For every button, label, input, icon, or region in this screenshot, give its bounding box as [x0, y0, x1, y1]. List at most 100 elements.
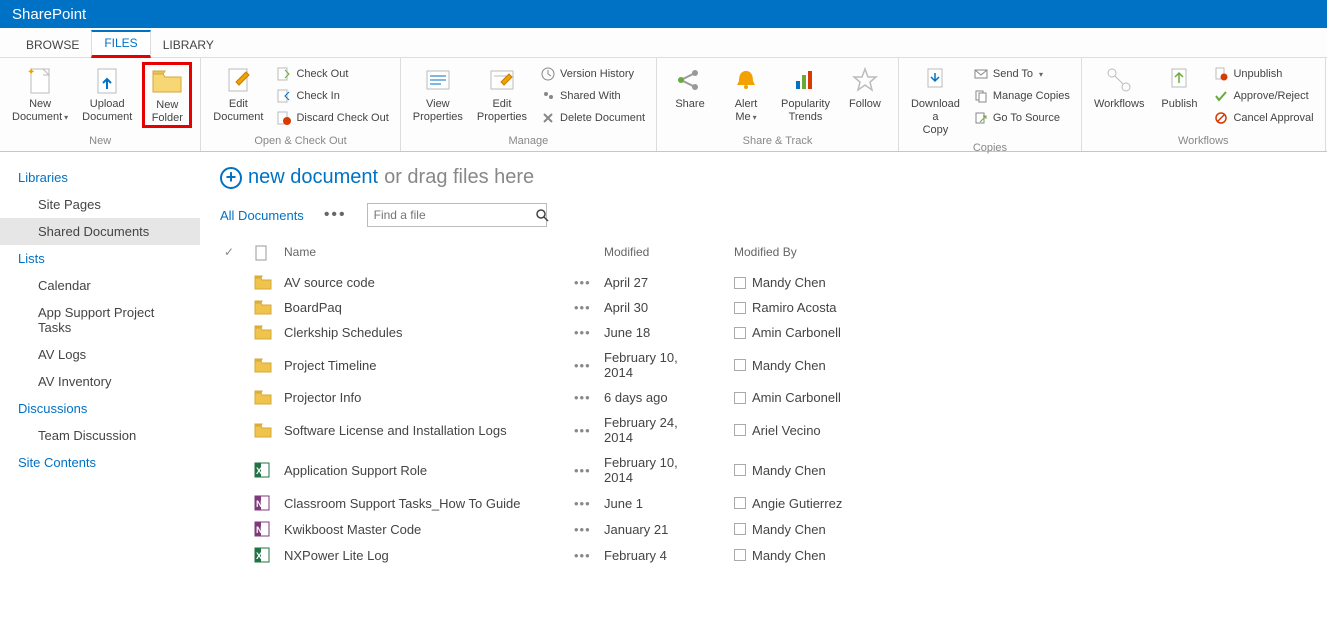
row-menu[interactable]: •••: [570, 516, 600, 542]
version-history-button[interactable]: Version History: [537, 64, 648, 84]
tab-browse[interactable]: BROWSE: [14, 32, 91, 57]
row-name[interactable]: NXPower Lite Log: [280, 542, 570, 568]
row-menu[interactable]: •••: [570, 345, 600, 385]
row-name[interactable]: Project Timeline: [280, 345, 570, 385]
sidebar-lists[interactable]: Lists: [0, 245, 200, 272]
sidebar-discussions[interactable]: Discussions: [0, 395, 200, 422]
row-spacer: [710, 345, 730, 385]
discard-checkout-button[interactable]: Discard Check Out: [273, 108, 391, 128]
unpublish-button[interactable]: Unpublish: [1210, 64, 1316, 84]
check-in-button[interactable]: Check In: [273, 86, 391, 106]
row-menu[interactable]: •••: [570, 295, 600, 320]
row-modified: June 1: [600, 490, 710, 516]
search-button[interactable]: [535, 208, 549, 222]
new-document-button[interactable]: ✦ New Document▾: [8, 62, 72, 126]
edit-properties-button[interactable]: Edit Properties: [473, 62, 531, 126]
row-menu[interactable]: •••: [570, 542, 600, 568]
popularity-button[interactable]: Popularity Trends: [777, 62, 834, 126]
upload-document-button[interactable]: Upload Document: [78, 62, 136, 126]
row-menu[interactable]: •••: [570, 385, 600, 410]
row-select[interactable]: [220, 410, 250, 450]
row-modified-by[interactable]: Ramiro Acosta: [730, 295, 930, 320]
row-name[interactable]: AV source code: [280, 270, 570, 295]
row-name[interactable]: Projector Info: [280, 385, 570, 410]
row-modified-by[interactable]: Mandy Chen: [730, 345, 930, 385]
row-select[interactable]: [220, 320, 250, 345]
row-select[interactable]: [220, 490, 250, 516]
go-to-source-button[interactable]: Go To Source: [970, 108, 1073, 128]
follow-button[interactable]: Follow: [840, 62, 890, 113]
col-select[interactable]: ✓: [220, 239, 250, 270]
row-select[interactable]: [220, 345, 250, 385]
sidebar-libraries[interactable]: Libraries: [0, 164, 200, 191]
download-copy-button[interactable]: Download a Copy: [907, 62, 964, 140]
sidebar-app-support[interactable]: App Support Project Tasks: [0, 299, 200, 341]
sidebar-av-logs[interactable]: AV Logs: [0, 341, 200, 368]
row-modified-by[interactable]: Amin Carbonell: [730, 320, 930, 345]
new-document-hero[interactable]: + new document or drag files here: [220, 166, 1307, 189]
row-menu[interactable]: •••: [570, 320, 600, 345]
ribbon-group-share: Share Alert Me▾ Popularity Trends Follow…: [657, 58, 899, 151]
row-type-icon: [250, 320, 280, 345]
row-select[interactable]: [220, 516, 250, 542]
row-select[interactable]: [220, 542, 250, 568]
row-name[interactable]: Software License and Installation Logs: [280, 410, 570, 450]
check-out-button[interactable]: Check Out: [273, 64, 391, 84]
ribbon-tabs: BROWSE FILES LIBRARY: [0, 28, 1327, 58]
row-menu[interactable]: •••: [570, 490, 600, 516]
row-name[interactable]: BoardPaq: [280, 295, 570, 320]
row-modified: February 24, 2014: [600, 410, 710, 450]
row-select[interactable]: [220, 270, 250, 295]
row-modified-by[interactable]: Mandy Chen: [730, 270, 930, 295]
row-select[interactable]: [220, 450, 250, 490]
workflows-button[interactable]: Workflows: [1090, 62, 1149, 113]
row-name[interactable]: Classroom Support Tasks_How To Guide: [280, 490, 570, 516]
row-modified-by[interactable]: Mandy Chen: [730, 516, 930, 542]
view-properties-icon: [422, 64, 454, 96]
send-label: Send To: [993, 68, 1033, 80]
edit-document-button[interactable]: Edit Document: [209, 62, 267, 126]
sidebar-calendar[interactable]: Calendar: [0, 272, 200, 299]
manage-copies-button[interactable]: Manage Copies: [970, 86, 1073, 106]
workflows-icon: [1103, 64, 1135, 96]
sidebar-av-inventory[interactable]: AV Inventory: [0, 368, 200, 395]
search-input[interactable]: [368, 208, 535, 222]
col-name[interactable]: Name: [280, 239, 570, 270]
sidebar-shared-documents[interactable]: Shared Documents: [0, 218, 200, 245]
cancel-approval-button[interactable]: Cancel Approval: [1210, 108, 1316, 128]
new-folder-button[interactable]: New Folder: [142, 62, 192, 128]
row-name[interactable]: Kwikboost Master Code: [280, 516, 570, 542]
row-modified-by[interactable]: Angie Gutierrez: [730, 490, 930, 516]
view-name[interactable]: All Documents: [220, 208, 304, 223]
sidebar-team-discussion[interactable]: Team Discussion: [0, 422, 200, 449]
row-name[interactable]: Application Support Role: [280, 450, 570, 490]
tab-library[interactable]: LIBRARY: [151, 32, 226, 57]
row-select[interactable]: [220, 385, 250, 410]
row-name[interactable]: Clerkship Schedules: [280, 320, 570, 345]
view-properties-button[interactable]: View Properties: [409, 62, 467, 126]
row-modified-by[interactable]: Mandy Chen: [730, 542, 930, 568]
sidebar-site-contents[interactable]: Site Contents: [0, 449, 200, 476]
send-to-button[interactable]: Send To▾: [970, 64, 1073, 84]
col-modified[interactable]: Modified: [600, 239, 710, 270]
row-modified-by[interactable]: Ariel Vecino: [730, 410, 930, 450]
row-menu[interactable]: •••: [570, 410, 600, 450]
row-modified-by[interactable]: Mandy Chen: [730, 450, 930, 490]
delete-document-button[interactable]: Delete Document: [537, 108, 648, 128]
row-modified-by[interactable]: Amin Carbonell: [730, 385, 930, 410]
alert-me-button[interactable]: Alert Me▾: [721, 62, 771, 126]
row-select[interactable]: [220, 295, 250, 320]
shared-with-button[interactable]: Shared With: [537, 86, 648, 106]
view-ellipsis-menu[interactable]: •••: [324, 206, 347, 224]
sidebar-site-pages[interactable]: Site Pages: [0, 191, 200, 218]
row-menu[interactable]: •••: [570, 450, 600, 490]
tab-files[interactable]: FILES: [91, 30, 150, 58]
publish-button[interactable]: Publish: [1154, 62, 1204, 113]
row-menu[interactable]: •••: [570, 270, 600, 295]
share-button[interactable]: Share: [665, 62, 715, 113]
ribbon-group-share-label: Share & Track: [665, 133, 890, 149]
row-modified: January 21: [600, 516, 710, 542]
plus-circle-icon: +: [220, 167, 242, 189]
col-modified-by[interactable]: Modified By: [730, 239, 930, 270]
approve-reject-button[interactable]: Approve/Reject: [1210, 86, 1316, 106]
